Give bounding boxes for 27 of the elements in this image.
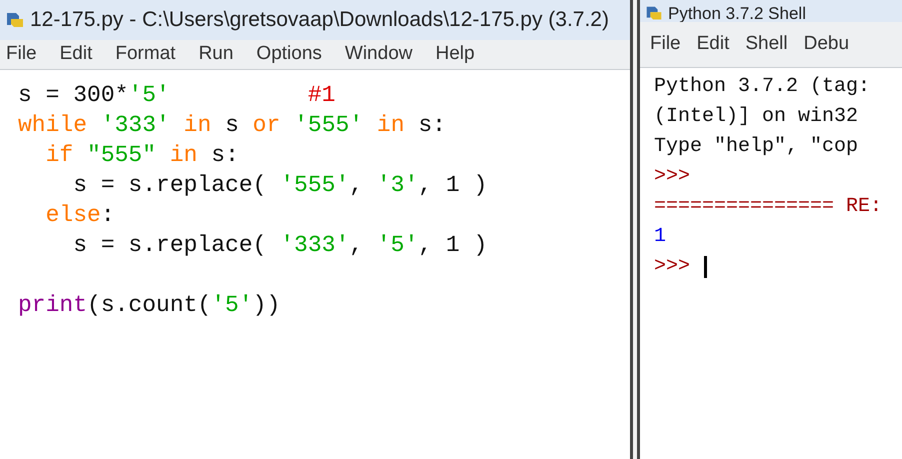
shell-output: Python 3.7.2 (tag: bbox=[654, 74, 870, 100]
code-line: s = 300*'5' #1 bbox=[18, 81, 336, 110]
code-line: while '333' in s or '555' in s: bbox=[18, 111, 447, 140]
menu-item[interactable]: Debu bbox=[804, 30, 850, 59]
shell-output: (Intel)] on win32 bbox=[654, 104, 858, 130]
shell-output: 1 bbox=[654, 224, 666, 250]
menu-item[interactable]: File bbox=[650, 30, 681, 59]
code-line: s = s.replace( '555', '3', 1 ) bbox=[72, 171, 488, 200]
python-logo-icon bbox=[644, 6, 664, 22]
menu-item[interactable]: Shell bbox=[745, 30, 788, 59]
menu-item[interactable]: Format bbox=[115, 40, 176, 69]
shell-prompt: >>> bbox=[654, 164, 690, 190]
shell-output: Type "help", "cop bbox=[654, 134, 858, 160]
menu-item[interactable]: Help bbox=[435, 40, 475, 69]
menu-item[interactable]: Run bbox=[198, 40, 234, 69]
shell-prompt: >>> bbox=[654, 254, 690, 280]
menu-item[interactable]: File bbox=[6, 40, 37, 69]
shell-output: =============== RE: bbox=[654, 194, 882, 220]
code-line: s = s.replace( '333', '5', 1 ) bbox=[72, 231, 488, 260]
menu-item[interactable]: Edit bbox=[60, 40, 92, 69]
code-line: if "555" in s: bbox=[44, 141, 240, 170]
menu-item[interactable]: Window bbox=[344, 40, 412, 69]
code-line: print(s.count('5')) bbox=[18, 291, 282, 320]
menu-item[interactable]: Edit bbox=[696, 30, 730, 59]
window-title: 12-175.py - C:\Users\gretsovaap\Downloads\12-175.py (3.7.2) bbox=[30, 7, 609, 34]
code-line: else: bbox=[44, 201, 116, 230]
menu-item[interactable]: Options bbox=[256, 40, 322, 69]
